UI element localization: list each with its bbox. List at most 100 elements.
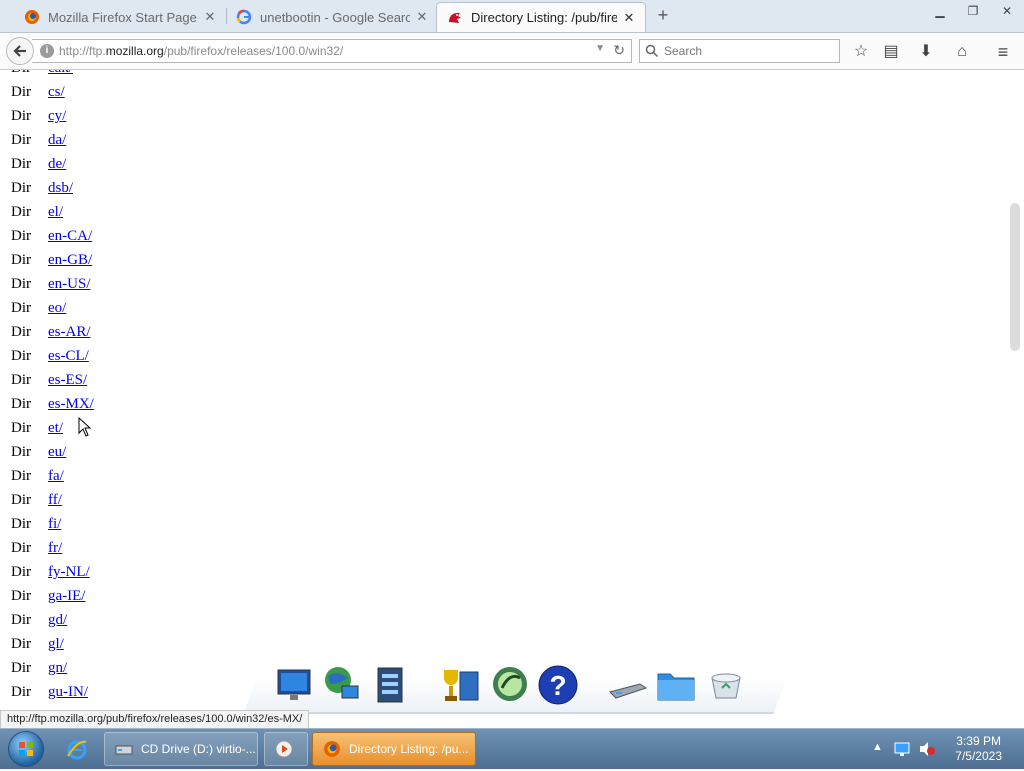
recycle-bin-icon[interactable] bbox=[706, 664, 746, 706]
directory-link[interactable]: el/ bbox=[48, 204, 63, 221]
restore-icon[interactable]: ❐ bbox=[963, 4, 983, 20]
directory-link[interactable]: cy/ bbox=[48, 108, 66, 125]
tab-title: unetbootin - Google Search bbox=[260, 9, 410, 25]
entry-type: Dir bbox=[11, 660, 31, 676]
directory-link[interactable]: fy-NL/ bbox=[48, 564, 90, 581]
search-icon bbox=[645, 44, 659, 58]
home-icon[interactable]: ⌂ bbox=[952, 42, 972, 62]
directory-link[interactable]: es-MX/ bbox=[48, 396, 94, 413]
downloads-icon[interactable]: ⬇ bbox=[916, 42, 936, 62]
clock[interactable]: 3:39 PM 7/5/2023 bbox=[955, 734, 1002, 764]
directory-link[interactable]: fr/ bbox=[48, 540, 62, 557]
bookmark-star-icon[interactable]: ☆ bbox=[851, 42, 871, 62]
entry-type: Dir bbox=[11, 132, 31, 148]
network-status-icon[interactable] bbox=[894, 741, 910, 757]
directory-link[interactable]: et/ bbox=[48, 420, 63, 437]
url-bar[interactable]: i http://ftp.mozilla.org/pub/firefox/rel… bbox=[32, 39, 632, 63]
directory-link[interactable]: fa/ bbox=[48, 468, 64, 485]
status-link-preview: http://ftp.mozilla.org/pub/firefox/relea… bbox=[0, 710, 310, 730]
directory-link[interactable]: eo/ bbox=[48, 300, 66, 317]
taskbar-label: Directory Listing: /pu... bbox=[349, 742, 469, 756]
close-tab-icon[interactable]: ✕ bbox=[204, 9, 216, 25]
site-info-icon[interactable]: i bbox=[40, 44, 54, 58]
drive-icon[interactable] bbox=[608, 664, 648, 706]
directory-link[interactable]: ff/ bbox=[48, 492, 62, 509]
directory-link[interactable]: fi/ bbox=[48, 516, 61, 533]
search-box[interactable]: Search bbox=[639, 39, 840, 63]
directory-link[interactable]: gd/ bbox=[48, 612, 67, 629]
directory-link[interactable]: es-CL/ bbox=[48, 348, 89, 365]
entry-type: Dir bbox=[11, 108, 31, 124]
entry-type: Dir bbox=[11, 564, 31, 580]
directory-link[interactable]: eu/ bbox=[48, 444, 66, 461]
internet-explorer-icon[interactable] bbox=[66, 738, 88, 760]
taskbar-media-player[interactable] bbox=[264, 732, 308, 766]
folder-icon[interactable] bbox=[656, 664, 696, 706]
tab-title: Mozilla Firefox Start Page bbox=[48, 9, 197, 25]
desktop-dock: ? bbox=[240, 658, 787, 714]
volume-muted-icon[interactable] bbox=[918, 740, 936, 758]
close-tab-icon[interactable]: ✕ bbox=[416, 9, 428, 25]
scrollbar-thumb[interactable] bbox=[1010, 203, 1020, 351]
new-tab-icon[interactable]: + bbox=[655, 6, 671, 24]
tab-directory-listing[interactable]: Directory Listing: /pub/fire... ✕ bbox=[436, 2, 646, 32]
cd-drive-icon bbox=[115, 745, 133, 755]
entry-type: Dir bbox=[11, 684, 31, 700]
taskbar-label: CD Drive (D:) virtio-... bbox=[141, 742, 256, 756]
taskbar-cd-drive[interactable]: CD Drive (D:) virtio-... bbox=[104, 732, 258, 766]
google-icon bbox=[236, 9, 252, 25]
firefox-icon bbox=[324, 741, 340, 757]
directory-link[interactable]: dsb/ bbox=[48, 180, 73, 197]
ftp-dragon-icon bbox=[449, 12, 461, 23]
svg-text:?: ? bbox=[549, 670, 566, 701]
entry-type: Dir bbox=[11, 540, 31, 556]
entry-type: Dir bbox=[11, 516, 31, 532]
entry-type: Dir bbox=[11, 324, 31, 340]
directory-link[interactable]: es-AR/ bbox=[48, 324, 91, 341]
close-tab-icon[interactable]: ✕ bbox=[623, 10, 635, 26]
entry-type: Dir bbox=[11, 276, 31, 292]
computer-icon[interactable] bbox=[274, 664, 314, 706]
directory-link[interactable]: gl/ bbox=[48, 636, 64, 653]
directory-link[interactable]: de/ bbox=[48, 156, 66, 173]
games-icon[interactable] bbox=[440, 664, 480, 706]
directory-link[interactable]: en-GB/ bbox=[48, 252, 92, 269]
control-panel-icon[interactable] bbox=[370, 664, 410, 706]
taskbar: CD Drive (D:) virtio-... Directory Listi… bbox=[0, 728, 1024, 769]
system-tray: ▲ 3:39 PM 7/5/2023 bbox=[864, 729, 1024, 769]
start-button[interactable] bbox=[8, 731, 44, 767]
taskbar-firefox[interactable]: Directory Listing: /pu... bbox=[312, 732, 476, 766]
directory-link[interactable]: cs/ bbox=[48, 84, 65, 101]
directory-link[interactable]: en-US/ bbox=[48, 276, 91, 293]
close-window-icon[interactable]: ✕ bbox=[997, 4, 1017, 20]
tab-firefox-start[interactable]: Mozilla Firefox Start Page ✕ bbox=[14, 2, 226, 32]
entry-type: Dir bbox=[11, 252, 31, 268]
directory-listing-page: Dir cak/Dir cs/Dir cy/Dir da/Dir de/Dir dsb/Di… bbox=[0, 70, 1007, 710]
directory-link[interactable]: es-ES/ bbox=[48, 372, 87, 389]
vertical-scrollbar[interactable] bbox=[1007, 70, 1024, 710]
tab-google-search[interactable]: unetbootin - Google Search ✕ bbox=[226, 2, 438, 32]
directory-link[interactable]: cak/ bbox=[48, 70, 73, 77]
clock-time: 3:39 PM bbox=[956, 734, 1001, 748]
tab-title: Directory Listing: /pub/fire... bbox=[471, 10, 617, 25]
show-hidden-icons-icon[interactable]: ▲ bbox=[872, 741, 883, 753]
media-center-icon[interactable] bbox=[490, 664, 530, 706]
back-button[interactable] bbox=[6, 37, 34, 65]
url-dropdown-icon[interactable]: ▼ bbox=[595, 43, 605, 54]
directory-link[interactable]: en-CA/ bbox=[48, 228, 92, 245]
reading-list-icon[interactable]: ▤ bbox=[881, 42, 901, 62]
minimize-icon[interactable]: ▁ bbox=[930, 4, 950, 20]
network-icon[interactable] bbox=[322, 664, 362, 706]
tab-strip: Mozilla Firefox Start Page ✕ unetbootin … bbox=[0, 0, 1024, 33]
entry-type: Dir bbox=[11, 420, 31, 436]
directory-link[interactable]: ga-IE/ bbox=[48, 588, 85, 605]
help-icon[interactable]: ? bbox=[538, 664, 578, 706]
directory-link[interactable]: gu-IN/ bbox=[48, 684, 88, 701]
directory-link[interactable]: da/ bbox=[48, 132, 66, 149]
directory-link[interactable]: gn/ bbox=[48, 660, 67, 677]
entry-type: Dir bbox=[11, 300, 31, 316]
menu-icon[interactable]: ≡ bbox=[993, 42, 1013, 62]
reload-icon[interactable]: ↻ bbox=[613, 42, 625, 59]
entry-type: Dir bbox=[11, 348, 31, 364]
windows-logo-icon bbox=[19, 742, 33, 756]
